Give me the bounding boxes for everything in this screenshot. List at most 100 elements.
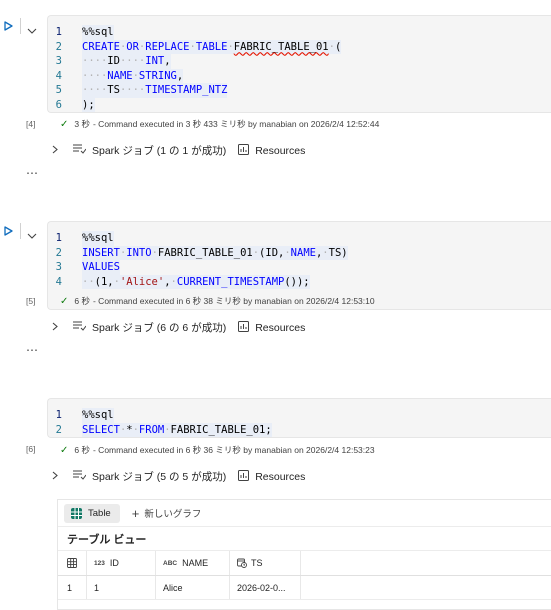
run-cell-button[interactable]: [4, 226, 13, 236]
resources-link[interactable]: Resources: [255, 145, 305, 157]
play-icon: [4, 21, 13, 31]
collapse-chevron-icon[interactable]: [27, 22, 37, 34]
code-line[interactable]: 1 %%sql: [48, 25, 551, 40]
run-cell-button[interactable]: [4, 21, 13, 31]
code-token: CURRENT_TIMESTAMP: [176, 275, 285, 288]
job-list-icon: [73, 321, 87, 334]
code-token: TIMESTAMP_NTZ: [145, 84, 228, 96]
column-header-name[interactable]: ABC NAME: [156, 551, 230, 575]
code-line[interactable]: 5 ····TS····TIMESTAMP_NTZ: [48, 83, 551, 98]
status-text: - Command executed in 3 秒 433 ミリ秒 by man…: [92, 119, 380, 129]
select-all-grid-icon[interactable]: [58, 551, 87, 575]
line-number: 5: [55, 84, 62, 96]
more-options-icon[interactable]: ⋯: [26, 166, 39, 180]
spark-jobs-row[interactable]: Spark ジョブ (6 の 6 が成功) Resources: [52, 320, 305, 335]
code-text: %%sql: [82, 408, 114, 423]
column-name: ID: [109, 558, 119, 568]
code-token: ,: [176, 69, 184, 82]
duration: 3 秒: [74, 119, 90, 129]
execution-count: [6]: [26, 444, 36, 454]
code-editor[interactable]: 1 %%sql 2 SELECT·*·FROM·FABRIC_TABLE_01;: [48, 399, 551, 437]
code-line[interactable]: 1 %%sql: [48, 231, 551, 246]
code-token: ,: [164, 55, 171, 67]
table-icon: [71, 507, 82, 519]
code-token: STRING: [138, 69, 177, 82]
code-cell[interactable]: 1 %%sql 2 SELECT·*·FROM·FABRIC_TABLE_01;: [47, 398, 551, 438]
code-token: %%sql: [82, 409, 114, 421]
code-line[interactable]: 1 %%sql: [48, 408, 551, 423]
code-token: TS: [107, 84, 120, 96]
code-line[interactable]: 3 ····ID····INT,: [48, 54, 551, 69]
code-token: INSERT: [82, 246, 120, 259]
code-token: );: [82, 98, 95, 111]
line-number: 1: [55, 409, 62, 421]
code-token: FROM: [138, 423, 165, 436]
code-token: REPLACE: [145, 40, 190, 53]
code-line[interactable]: 2 CREATE·OR·REPLACE·TABLE·FABRIC_TABLE_01…: [48, 39, 551, 54]
code-text: SELECT·*·FROM·FABRIC_TABLE_01;: [82, 422, 272, 437]
code-editor[interactable]: 1 %%sql 2 CREATE·OR·REPLACE·TABLE·FABRIC_TA…: [48, 16, 551, 112]
code-line[interactable]: 4 ····NAME·STRING,: [48, 68, 551, 83]
code-token: (1,: [94, 275, 114, 288]
cell-ts[interactable]: 2026-02-0...: [230, 576, 301, 599]
resources-link[interactable]: Resources: [255, 322, 305, 334]
code-line[interactable]: 2 SELECT·*·FROM·FABRIC_TABLE_01;: [48, 422, 551, 437]
chevron-right-icon[interactable]: [52, 322, 60, 334]
line-number: 2: [55, 423, 62, 436]
toolbar-divider: [20, 223, 21, 239]
resources-link[interactable]: Resources: [255, 471, 305, 483]
spark-jobs-row[interactable]: Spark ジョブ (5 の 5 が成功) Resources: [52, 469, 305, 484]
line-number: 1: [55, 232, 62, 244]
spark-jobs-label[interactable]: Spark ジョブ (6 の 6 が成功): [92, 320, 226, 335]
result-panel: Table + 新しいグラフ テーブル ビュー 123 ID ABC NAME …: [57, 499, 551, 610]
code-line[interactable]: 6);: [48, 97, 551, 112]
code-line[interactable]: 4 ··(1,·'Alice',·CURRENT_TIMESTAMP());: [48, 274, 551, 289]
code-token: ID: [107, 55, 120, 67]
code-token: ····: [119, 84, 146, 96]
code-token: %%sql: [82, 232, 114, 244]
code-text: ····NAME·STRING,: [82, 68, 184, 83]
tab-table[interactable]: Table: [64, 503, 120, 523]
chevron-right-icon[interactable]: [52, 471, 60, 483]
execution-count: [4]: [26, 119, 36, 129]
table-header: 123 ID ABC NAME TS: [58, 551, 551, 576]
column-header-ts[interactable]: TS: [230, 551, 301, 575]
code-editor[interactable]: 1 %%sql 2 INSERT·INTO·FABRIC_TABLE_01·(ID,·…: [48, 222, 551, 289]
execution-count: [5]: [26, 296, 36, 306]
code-token: 'Alice': [119, 275, 165, 288]
code-token: ());: [284, 275, 310, 288]
spark-jobs-row[interactable]: Spark ジョブ (1 の 1 が成功) Resources: [52, 143, 305, 158]
cell-id[interactable]: 1: [87, 576, 156, 599]
status-text: - Command executed in 6 秒 38 ミリ秒 by mana…: [92, 296, 375, 306]
line-number: 3: [55, 261, 62, 273]
execution-status: ✓ 3 秒 - Command executed in 3 秒 433 ミリ秒 …: [60, 118, 379, 130]
line-number: 4: [55, 275, 62, 288]
column-header-id[interactable]: 123 ID: [87, 551, 156, 575]
code-token: NAME: [107, 69, 133, 82]
code-line[interactable]: 3 VALUES: [48, 260, 551, 275]
more-options-icon[interactable]: ⋯: [26, 343, 39, 357]
code-token: FABRIC_TABLE_01;: [170, 423, 272, 436]
line-number: 2: [55, 246, 62, 259]
chevron-right-icon[interactable]: [52, 145, 60, 157]
code-line[interactable]: 2 INSERT·INTO·FABRIC_TABLE_01·(ID,·NAME,·…: [48, 245, 551, 260]
code-text: ··(1,·'Alice',·CURRENT_TIMESTAMP());: [82, 274, 310, 289]
code-text: %%sql: [82, 231, 114, 246]
collapse-chevron-icon[interactable]: [27, 227, 37, 239]
row-index: 1: [58, 576, 87, 599]
new-chart-button[interactable]: + 新しいグラフ: [132, 506, 202, 521]
table-row[interactable]: 1 1 Alice 2026-02-0...: [58, 576, 551, 600]
code-token: ··: [82, 275, 95, 288]
string-type-icon: ABC: [163, 559, 178, 567]
code-text: );: [82, 97, 95, 112]
cell-name[interactable]: Alice: [156, 576, 230, 599]
code-token: NAME: [290, 246, 316, 259]
resources-chart-icon: [238, 469, 250, 484]
spark-jobs-label[interactable]: Spark ジョブ (1 の 1 が成功): [92, 143, 226, 158]
play-icon: [4, 226, 13, 236]
spark-jobs-label[interactable]: Spark ジョブ (5 の 5 が成功): [92, 469, 226, 484]
integer-type-icon: 123: [94, 559, 105, 567]
line-number: 2: [55, 40, 62, 53]
calendar-clock-icon: [237, 558, 247, 568]
code-cell[interactable]: 1 %%sql 2 CREATE·OR·REPLACE·TABLE·FABRIC_TA…: [47, 15, 551, 113]
